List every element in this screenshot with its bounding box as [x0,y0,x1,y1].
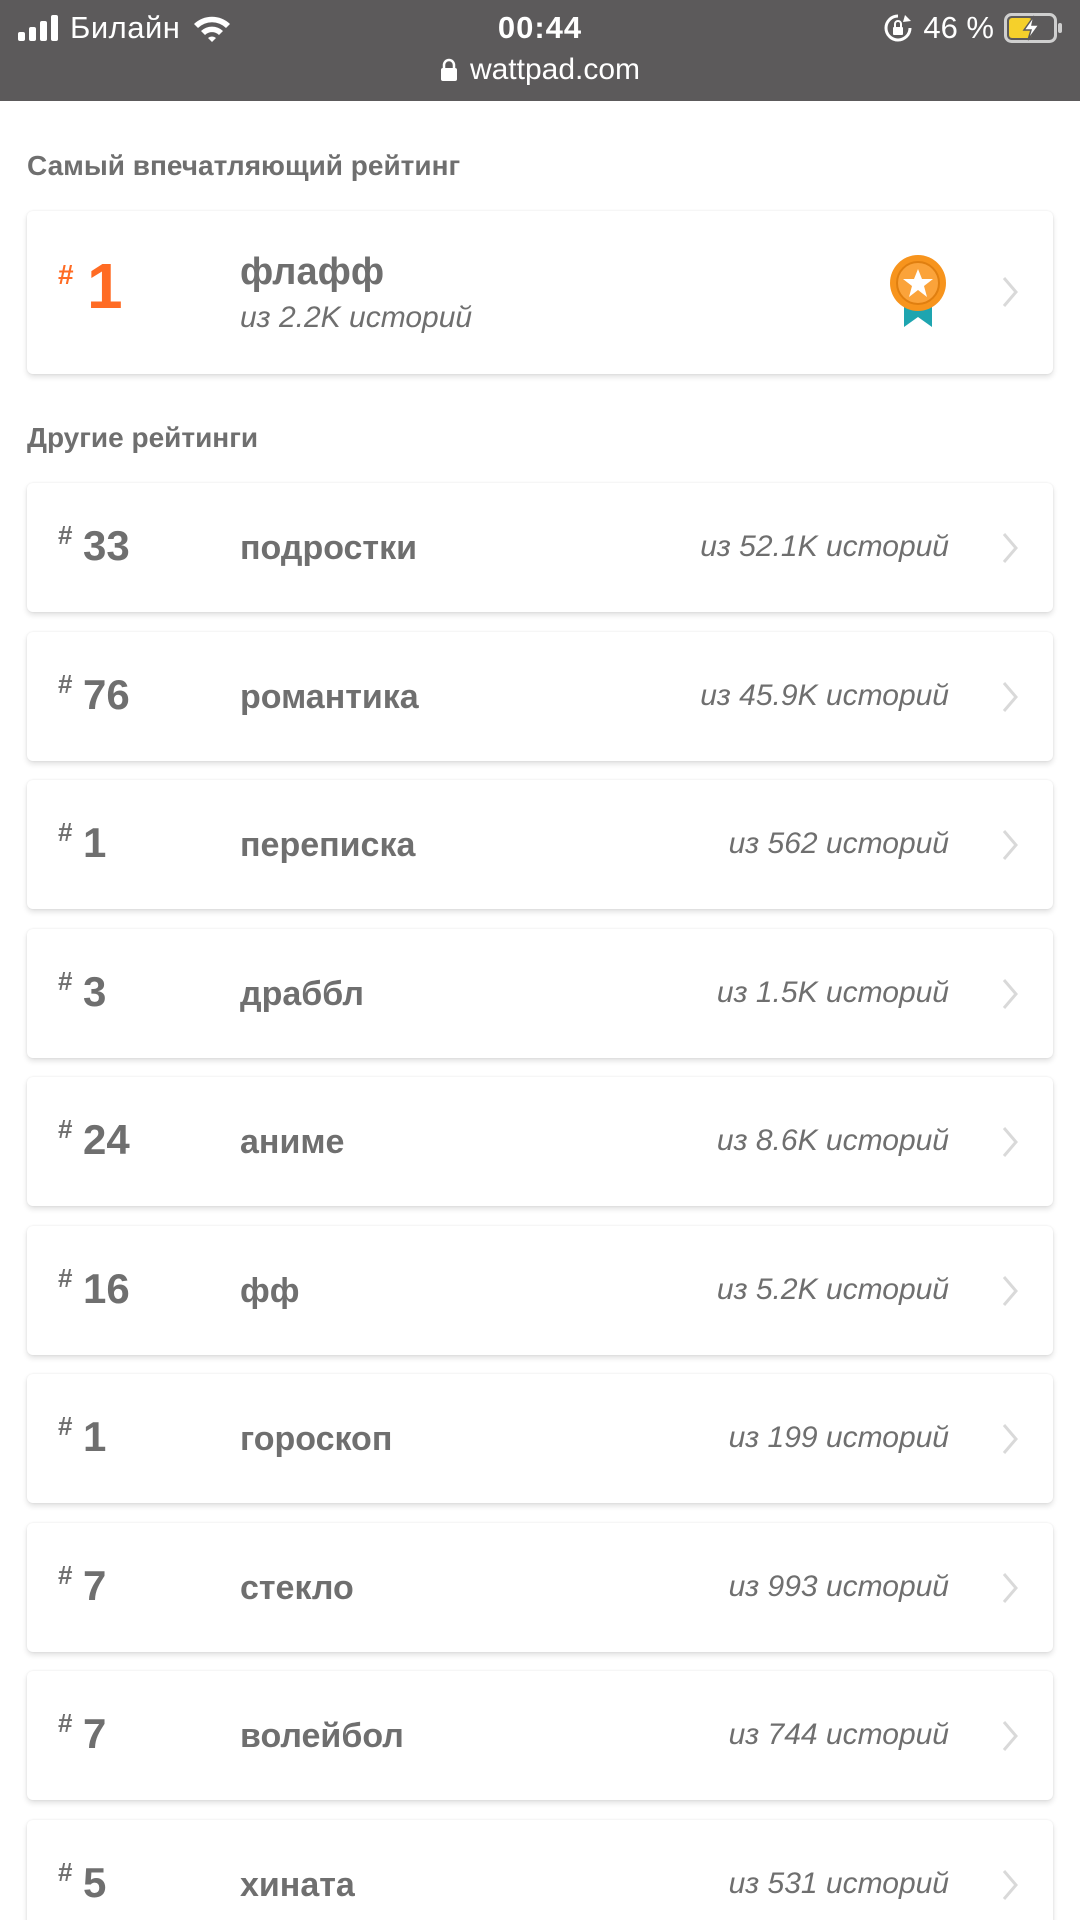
rank-number: 5 [83,1859,107,1906]
status-bar: Билайн 00:44 46 % wattpad.com [0,0,1080,101]
ranking-card[interactable]: #24 аниме из 8.6K историй [27,1077,1053,1206]
ranking-card[interactable]: #7 стекло из 993 историй [27,1523,1053,1652]
ranking-card[interactable]: #1 переписка из 562 историй [27,780,1053,909]
rank-number: 7 [83,1562,107,1609]
chevron-right-icon [1002,1870,1018,1900]
tag-name: подростки [240,529,418,567]
battery-charging-icon [1004,13,1062,43]
rank-number: 1 [87,250,123,322]
status-right: 46 % [883,8,1062,48]
rank-hash: # [58,1114,73,1144]
rank-number: 1 [83,1413,107,1460]
story-count: из 1.5K историй [716,976,949,1009]
rank-number: 33 [83,522,130,569]
tag-name: волейбол [240,1717,404,1755]
tag-name: драббл [240,975,365,1013]
ranking-card[interactable]: #7 волейбол из 744 историй [27,1671,1053,1800]
story-count: из 8.6K историй [716,1124,949,1157]
featured-section-title: Самый впечатляющий рейтинг [27,150,461,181]
tag-name: переписка [240,826,416,864]
rank-hash: # [58,1263,73,1293]
address-bar[interactable]: wattpad.com [0,50,1080,90]
ranking-card[interactable]: #76 романтика из 45.9K историй [27,632,1053,761]
chevron-right-icon [1002,830,1018,860]
tag-name: стекло [240,1569,354,1607]
ranking-card[interactable]: #16 фф из 5.2K историй [27,1226,1053,1355]
rank-number: 3 [83,968,107,1015]
other-section-title: Другие рейтинги [27,422,259,453]
lock-icon [440,58,457,81]
story-count: из 562 историй [728,827,949,860]
rank-hash: # [58,259,74,290]
page: Билайн 00:44 46 % wattpad.com Самый впеч… [0,0,1080,1920]
rank-number: 16 [83,1265,130,1312]
rank-number: 1 [83,819,107,866]
rotation-lock-icon [884,14,912,42]
chevron-right-icon [1002,1721,1018,1751]
ranking-card[interactable]: #1 гороскоп из 199 историй [27,1374,1053,1503]
featured-ranking-card[interactable]: # 1 флафф из 2.2K историй [27,211,1053,374]
rank-number: 7 [83,1710,107,1757]
rank-hash: # [58,1708,73,1738]
ranking-card[interactable]: #3 драббл из 1.5K историй [27,929,1053,1058]
battery-percent: 46 % [923,10,994,45]
chevron-right-icon [1002,1424,1018,1454]
ranking-card[interactable]: #33 подростки из 52.1K историй [27,483,1053,612]
story-count: из 5.2K историй [716,1273,949,1306]
story-count: из 531 историй [728,1867,949,1900]
rank-hash: # [58,669,73,699]
rank-number: 24 [83,1116,130,1163]
story-count: из 2.2K историй [240,301,473,334]
chevron-right-icon [1002,1127,1018,1157]
story-count: из 52.1K историй [700,530,949,563]
tag-name: хината [240,1866,355,1904]
story-count: из 993 историй [728,1570,949,1603]
tag-name: флафф [240,251,385,293]
tag-name: романтика [240,678,419,716]
ranking-card[interactable]: #5 хината из 531 историй [27,1820,1053,1920]
story-count: из 45.9K историй [700,679,949,712]
rank-hash: # [58,1857,73,1887]
rank-hash: # [58,817,73,847]
rank-hash: # [58,520,73,550]
chevron-right-icon [1002,533,1018,563]
story-count: из 199 историй [728,1421,949,1454]
tag-name: фф [240,1272,300,1310]
chevron-right-icon [1002,979,1018,1009]
rank-number: 76 [83,671,130,718]
chevron-right-icon [1002,1573,1018,1603]
chevron-right-icon [1002,1276,1018,1306]
medal-icon [890,255,946,327]
tag-name: гороскоп [240,1420,393,1458]
rank-hash: # [58,1411,73,1441]
story-count: из 744 историй [728,1718,949,1751]
chevron-right-icon [1002,277,1018,307]
rank-hash: # [58,1560,73,1590]
chevron-right-icon [1002,682,1018,712]
url-text: wattpad.com [469,53,641,86]
tag-name: аниме [240,1123,345,1161]
rank-hash: # [58,966,73,996]
